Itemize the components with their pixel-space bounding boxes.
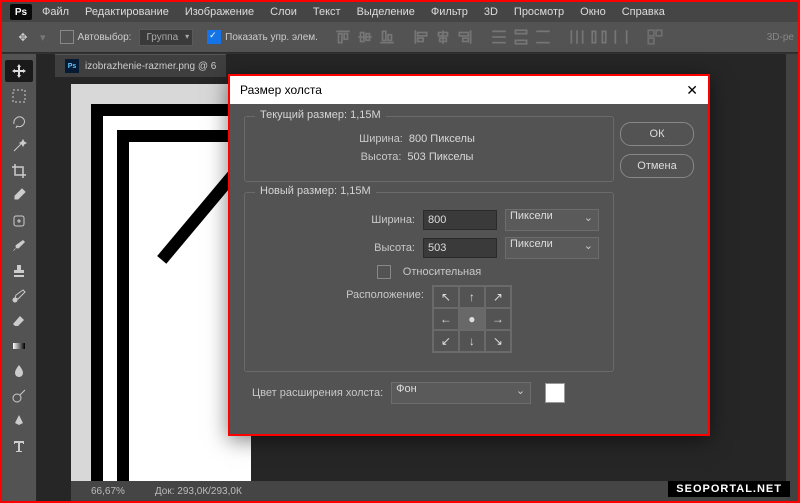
new-size-label: Новый размер: xyxy=(260,185,337,197)
align-vcenter-icon[interactable] xyxy=(356,28,374,46)
right-panel-collapsed[interactable] xyxy=(786,54,798,501)
zoom-level[interactable]: 66,67% xyxy=(91,486,125,497)
file-type-icon: Ps xyxy=(65,59,79,73)
align-hcenter-icon[interactable] xyxy=(434,28,452,46)
relative-label: Относительная xyxy=(403,266,481,278)
anchor-e[interactable]: → xyxy=(485,308,511,330)
show-controls-label: Показать упр. элем. xyxy=(225,32,318,43)
menu-select[interactable]: Выделение xyxy=(357,6,415,18)
current-width-value: 800 Пикселы xyxy=(409,133,499,145)
move-tool[interactable] xyxy=(5,60,33,82)
anchor-grid: ↖ ↑ ↗ ← ● → ↙ ↓ ↘ xyxy=(432,285,512,353)
menu-layers[interactable]: Слои xyxy=(270,6,297,18)
close-icon[interactable]: ✕ xyxy=(686,82,698,99)
doc-size: Док: 293,0К/293,0К xyxy=(155,486,242,497)
gradient-tool[interactable] xyxy=(5,335,33,357)
height-unit-select[interactable]: Пиксели xyxy=(505,237,599,259)
menu-view[interactable]: Просмотр xyxy=(514,6,564,18)
distribute-right-icon[interactable] xyxy=(612,28,630,46)
pen-tool[interactable] xyxy=(5,410,33,432)
show-controls-checkbox[interactable] xyxy=(207,30,221,44)
anchor-w[interactable]: ← xyxy=(433,308,459,330)
3d-mode-label: 3D-ре xyxy=(767,32,794,43)
distribute-bottom-icon[interactable] xyxy=(534,28,552,46)
lasso-tool[interactable] xyxy=(5,110,33,132)
crop-tool[interactable] xyxy=(5,160,33,182)
dodge-tool[interactable] xyxy=(5,385,33,407)
relative-checkbox[interactable] xyxy=(377,265,391,279)
width-input[interactable] xyxy=(423,210,497,230)
tools-panel xyxy=(2,54,37,501)
menu-3d[interactable]: 3D xyxy=(484,6,498,18)
autoselect-checkbox[interactable] xyxy=(60,30,74,44)
ext-color-select[interactable]: Фон xyxy=(391,382,531,404)
tab-filename: izobrazhenie-razmer.png @ 6 xyxy=(85,61,216,72)
distribute-v-icon[interactable] xyxy=(512,28,530,46)
menu-file[interactable]: Файл xyxy=(42,6,69,18)
canvas[interactable] xyxy=(71,84,251,484)
current-height-label: Высота: xyxy=(361,151,402,163)
cancel-button[interactable]: Отмена xyxy=(620,154,694,178)
menu-text[interactable]: Текст xyxy=(313,6,341,18)
distribute-top-icon[interactable] xyxy=(490,28,508,46)
options-bar: ✥ ▾ Автовыбор: Группа Показать упр. элем… xyxy=(2,22,798,53)
menu-help[interactable]: Справка xyxy=(622,6,665,18)
stamp-tool[interactable] xyxy=(5,260,33,282)
auto-align-icon[interactable] xyxy=(646,28,664,46)
distribute-h-icon[interactable] xyxy=(590,28,608,46)
blur-tool[interactable] xyxy=(5,360,33,382)
group-dropdown[interactable]: Группа xyxy=(139,29,193,46)
distribute-left-icon[interactable] xyxy=(568,28,586,46)
move-tool-icon: ✥ xyxy=(14,28,32,46)
app-logo: Ps xyxy=(10,4,32,20)
dialog-title: Размер холста xyxy=(240,83,322,97)
anchor-s[interactable]: ↓ xyxy=(459,330,485,352)
current-width-label: Ширина: xyxy=(359,133,403,145)
current-size-value: 1,15M xyxy=(350,109,381,121)
type-tool[interactable] xyxy=(5,435,33,457)
menu-filter[interactable]: Фильтр xyxy=(431,6,468,18)
menu-image[interactable]: Изображение xyxy=(185,6,254,18)
anchor-label: Расположение: xyxy=(346,289,424,301)
current-height-value: 503 Пикселы xyxy=(407,151,497,163)
canvas-size-dialog: Размер холста ✕ ОК Отмена Текущий размер… xyxy=(228,74,710,436)
ext-color-swatch[interactable] xyxy=(545,383,565,403)
width-unit-select[interactable]: Пиксели xyxy=(505,209,599,231)
document-tab[interactable]: Ps izobrazhenie-razmer.png @ 6 xyxy=(55,54,226,77)
marquee-tool[interactable] xyxy=(5,85,33,107)
anchor-ne[interactable]: ↗ xyxy=(485,286,511,308)
eyedropper-tool[interactable] xyxy=(5,185,33,207)
new-width-label: Ширина: xyxy=(371,214,415,226)
menu-window[interactable]: Окно xyxy=(580,6,606,18)
anchor-nw[interactable]: ↖ xyxy=(433,286,459,308)
watermark: SEOPORTAL.NET xyxy=(668,481,790,497)
height-input[interactable] xyxy=(423,238,497,258)
wand-tool[interactable] xyxy=(5,135,33,157)
eraser-tool[interactable] xyxy=(5,310,33,332)
ok-button[interactable]: ОК xyxy=(620,122,694,146)
align-top-icon[interactable] xyxy=(334,28,352,46)
current-size-label: Текущий размер: xyxy=(260,109,347,121)
history-brush-tool[interactable] xyxy=(5,285,33,307)
patch-tool[interactable] xyxy=(5,210,33,232)
main-menu: Ps Файл Редактирование Изображение Слои … xyxy=(2,2,798,22)
anchor-center[interactable]: ● xyxy=(459,308,485,330)
autoselect-label: Автовыбор: xyxy=(78,32,132,43)
anchor-sw[interactable]: ↙ xyxy=(433,330,459,352)
menu-edit[interactable]: Редактирование xyxy=(85,6,169,18)
align-bottom-icon[interactable] xyxy=(378,28,396,46)
anchor-n[interactable]: ↑ xyxy=(459,286,485,308)
align-right-icon[interactable] xyxy=(456,28,474,46)
ext-color-label: Цвет расширения холста: xyxy=(252,387,383,399)
brush-tool[interactable] xyxy=(5,235,33,257)
anchor-se[interactable]: ↘ xyxy=(485,330,511,352)
new-size-value: 1,15M xyxy=(340,185,371,197)
align-left-icon[interactable] xyxy=(412,28,430,46)
new-height-label: Высота: xyxy=(374,242,415,254)
